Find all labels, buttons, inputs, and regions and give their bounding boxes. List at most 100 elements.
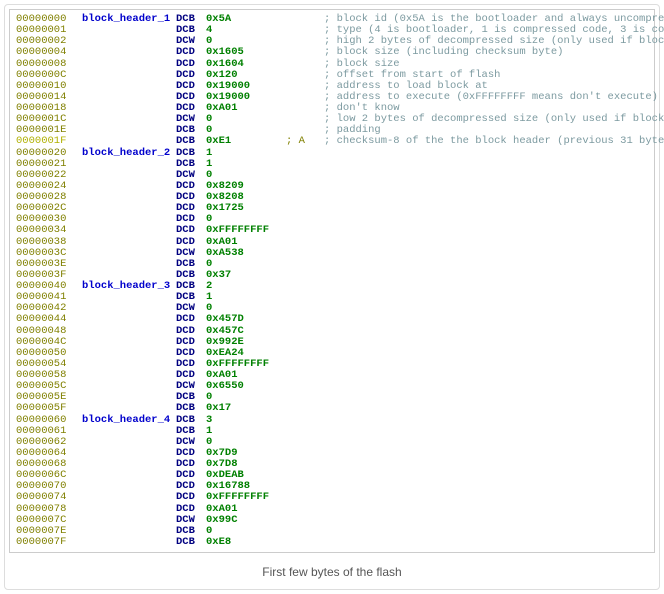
block-label <box>82 70 176 81</box>
address: 00000048 <box>16 326 82 337</box>
listing-row: 0000005CDCW0x6550 <box>16 381 648 392</box>
listing-row: 00000058DCD0xA01 <box>16 370 648 381</box>
tail <box>286 470 324 481</box>
address: 00000044 <box>16 314 82 325</box>
block-label <box>82 314 176 325</box>
block-label <box>82 292 176 303</box>
value: 1 <box>206 426 286 437</box>
comment <box>324 292 648 303</box>
tail <box>286 292 324 303</box>
address: 00000020 <box>16 148 82 159</box>
block-label <box>82 392 176 403</box>
tail <box>286 492 324 503</box>
address: 0000007E <box>16 526 82 537</box>
block-label <box>82 59 176 70</box>
value: 4 <box>206 25 286 36</box>
block-label <box>82 136 176 147</box>
tail <box>286 148 324 159</box>
listing-row: 00000041DCB1 <box>16 292 648 303</box>
value: 0xA01 <box>206 504 286 515</box>
value: 0 <box>206 526 286 537</box>
block-label <box>82 426 176 437</box>
block-label <box>82 192 176 203</box>
listing-row: 0000002CDCD0x1725 <box>16 203 648 214</box>
value: 0xFFFFFFFF <box>206 225 286 236</box>
tail <box>286 92 324 103</box>
comment <box>324 515 648 526</box>
tail <box>286 526 324 537</box>
value: 0x1605 <box>206 47 286 58</box>
tail <box>286 337 324 348</box>
block-label: block_header_2 <box>82 148 176 159</box>
value: 1 <box>206 292 286 303</box>
block-label <box>82 92 176 103</box>
tail <box>286 381 324 392</box>
tail <box>286 504 324 515</box>
listing-row: 0000003EDCB0 <box>16 259 648 270</box>
tail <box>286 214 324 225</box>
tail <box>286 237 324 248</box>
listing-row: 00000062DCW0 <box>16 437 648 448</box>
tail <box>286 159 324 170</box>
comment <box>324 303 648 314</box>
opcode: DCD <box>176 314 206 325</box>
listing-row: 00000024DCD0x8209 <box>16 181 648 192</box>
listing-row: 0000006CDCD0xDEAB <box>16 470 648 481</box>
value: 0xA538 <box>206 248 286 259</box>
value: 0x1725 <box>206 203 286 214</box>
value: 0x6550 <box>206 381 286 392</box>
block-label <box>82 203 176 214</box>
tail <box>286 426 324 437</box>
tail <box>286 437 324 448</box>
value: 1 <box>206 148 286 159</box>
disassembly-listing: 00000000block_header_1DCB0x5A; block id … <box>9 9 655 553</box>
tail <box>286 14 324 25</box>
opcode: DCD <box>176 492 206 503</box>
listing-row: 00000020block_header_2DCB1 <box>16 148 648 159</box>
comment: ; block size (including checksum byte) <box>324 47 648 58</box>
comment <box>324 504 648 515</box>
comment <box>324 192 648 203</box>
block-label: block_header_1 <box>82 14 176 25</box>
listing-row: 0000005FDCB0x17 <box>16 403 648 414</box>
tail <box>286 348 324 359</box>
listing-row: 00000042DCW0 <box>16 303 648 314</box>
block-label <box>82 225 176 236</box>
comment <box>324 481 648 492</box>
opcode: DCB <box>176 148 206 159</box>
comment <box>324 159 648 170</box>
comment <box>324 348 648 359</box>
comment <box>324 426 648 437</box>
tail <box>286 114 324 125</box>
comment <box>324 470 648 481</box>
address: 00000038 <box>16 237 82 248</box>
comment <box>324 314 648 325</box>
tail <box>286 59 324 70</box>
block-label <box>82 259 176 270</box>
tail <box>286 47 324 58</box>
tail <box>286 25 324 36</box>
block-label <box>82 526 176 537</box>
comment <box>324 181 648 192</box>
comment <box>324 259 648 270</box>
listing-row: 00000050DCD0xEA24 <box>16 348 648 359</box>
block-label <box>82 125 176 136</box>
comment <box>324 492 648 503</box>
comment: ; block size <box>324 59 648 70</box>
listing-row: 00000068DCD0x7D8 <box>16 459 648 470</box>
tail <box>286 481 324 492</box>
tail <box>286 36 324 47</box>
address: 00000078 <box>16 504 82 515</box>
address: 0000005F <box>16 403 82 414</box>
listing-row: 00000061DCB1 <box>16 426 648 437</box>
comment <box>324 370 648 381</box>
value: 0x37 <box>206 270 286 281</box>
block-label <box>82 348 176 359</box>
listing-row: 00000040block_header_3DCB2 <box>16 281 648 292</box>
listing-row: 00000008DCD0x1604; block size <box>16 59 648 70</box>
address: 00000004 <box>16 47 82 58</box>
comment <box>324 248 648 259</box>
block-label <box>82 237 176 248</box>
block-label <box>82 381 176 392</box>
opcode: DCD <box>176 326 206 337</box>
